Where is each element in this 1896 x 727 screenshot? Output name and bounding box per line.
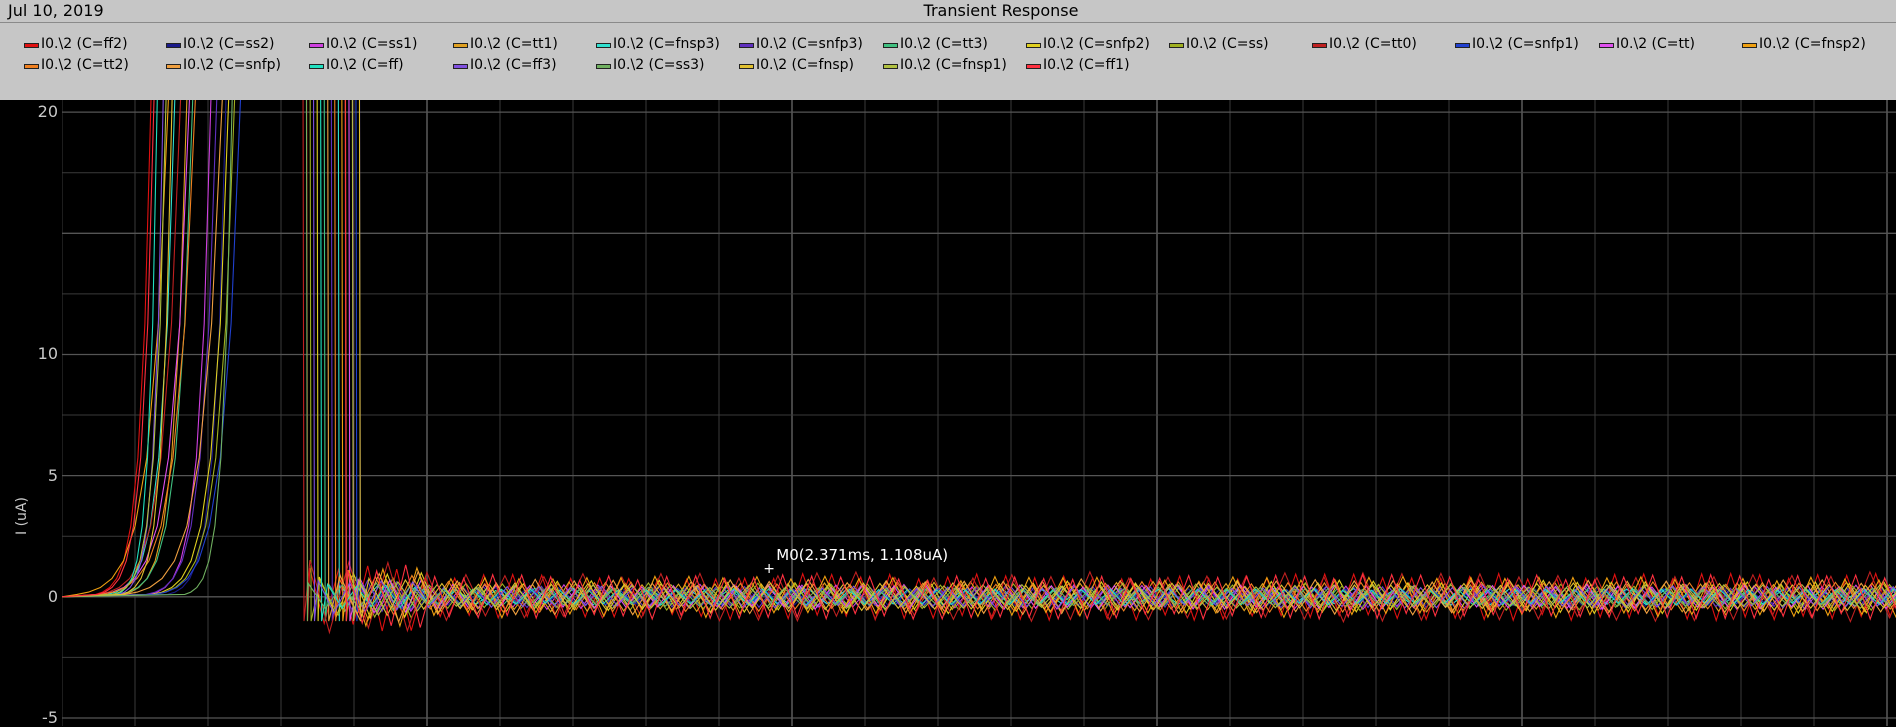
legend-swatch — [596, 64, 611, 69]
legend-swatch — [1026, 43, 1041, 48]
y-tick-label: 0 — [47, 586, 58, 606]
legend-swatch — [1312, 43, 1327, 48]
legend-swatch — [1455, 43, 1470, 48]
legend-swatch — [739, 64, 754, 69]
legend-swatch — [453, 43, 468, 48]
legend-swatch — [883, 43, 898, 48]
legend-label: I0.\2 (C=fnsp3) — [613, 36, 720, 52]
legend-swatch — [1599, 43, 1614, 48]
legend-label: I0.\2 (C=tt1) — [470, 36, 558, 52]
y-tick-label: 5 — [47, 465, 58, 485]
legend-swatch — [596, 43, 611, 48]
legend-swatch — [24, 64, 39, 69]
legend-swatch — [24, 43, 39, 48]
legend-label: I0.\2 (C=ff3) — [470, 57, 557, 73]
legend-swatch — [1169, 43, 1184, 48]
legend-label: I0.\2 (C=ss) — [1186, 36, 1269, 52]
legend-label: I0.\2 (C=ss1) — [326, 36, 418, 52]
legend-swatch — [739, 43, 754, 48]
legend-label: I0.\2 (C=ff) — [326, 57, 404, 73]
plot-background — [62, 100, 1896, 726]
legend-label: I0.\2 (C=snfp3) — [756, 36, 863, 52]
legend-swatch — [166, 43, 181, 48]
legend-label: I0.\2 (C=ff2) — [41, 36, 128, 52]
legend-label: I0.\2 (C=tt) — [1616, 36, 1695, 52]
legend-swatch — [453, 64, 468, 69]
legend-label: I0.\2 (C=tt2) — [41, 57, 129, 73]
chart-window: Jul 10, 2019 Transient Response I0.\2 (C… — [0, 0, 1896, 727]
legend-label: I0.\2 (C=snfp1) — [1472, 36, 1579, 52]
chart-header: Jul 10, 2019 Transient Response I0.\2 (C… — [0, 0, 1896, 100]
legend-swatch — [883, 64, 898, 69]
y-axis-label-text: I (uA) — [14, 497, 30, 535]
legend-label: I0.\2 (C=tt3) — [900, 36, 988, 52]
y-axis-label: I (uA) — [14, 486, 34, 546]
plot-area[interactable] — [62, 100, 1896, 726]
legend-label: I0.\2 (C=snfp) — [183, 57, 281, 73]
y-tick-label: 10 — [37, 344, 58, 364]
legend-label: I0.\2 (C=snfp2) — [1043, 36, 1150, 52]
legend-swatch — [1742, 43, 1757, 48]
legend-swatch — [309, 64, 324, 69]
marker-cross-icon[interactable]: + — [763, 562, 775, 576]
legend-swatch — [1026, 64, 1041, 69]
legend-label: I0.\2 (C=ss3) — [613, 57, 705, 73]
legend-label: I0.\2 (C=fnsp) — [756, 57, 854, 73]
marker-label: M0(2.371ms, 1.108uA) — [776, 545, 949, 564]
legend-label: I0.\2 (C=tt0) — [1329, 36, 1417, 52]
legend-label: I0.\2 (C=fnsp2) — [1759, 36, 1866, 52]
legend-label: I0.\2 (C=ff1) — [1043, 57, 1130, 73]
legend-label: I0.\2 (C=fnsp1) — [900, 57, 1007, 73]
y-tick-label: 20 — [37, 102, 58, 122]
legend-label: I0.\2 (C=ss2) — [183, 36, 275, 52]
legend-swatch — [309, 43, 324, 48]
legend-swatch — [166, 64, 181, 69]
legend: I0.\2 (C=ff2) I0.\2 (C=ss2) I0.\2 (C=ss1) I… — [0, 0, 1896, 100]
y-tick-label: -5 — [42, 708, 58, 727]
